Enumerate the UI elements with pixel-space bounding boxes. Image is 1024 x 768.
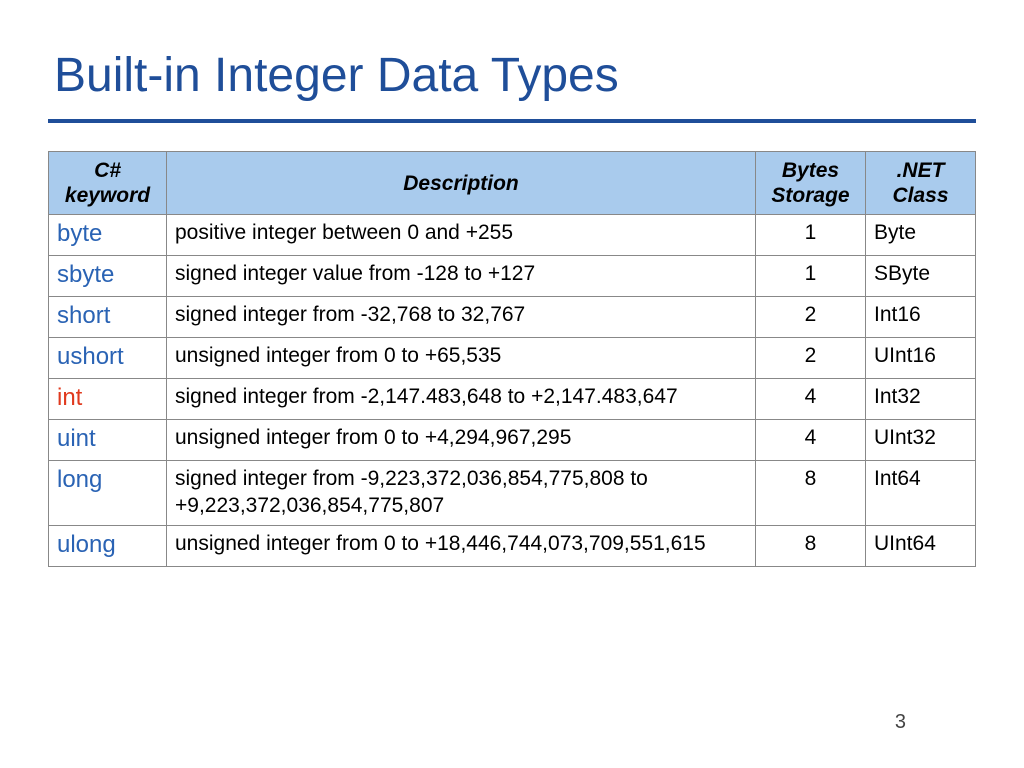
description-cell: signed integer value from -128 to +127 — [167, 256, 756, 297]
description-cell: unsigned integer from 0 to +65,535 — [167, 338, 756, 379]
class-cell: UInt64 — [866, 525, 976, 566]
slide: Built-in Integer Data Types C# keyword D… — [0, 0, 1024, 768]
bytes-cell: 4 — [756, 420, 866, 461]
table-row: intsigned integer from -2,147.483,648 to… — [49, 379, 976, 420]
bytes-cell: 2 — [756, 297, 866, 338]
bytes-cell: 1 — [756, 215, 866, 256]
page-number: 3 — [895, 711, 906, 734]
class-cell: Int64 — [866, 461, 976, 526]
bytes-cell: 8 — [756, 461, 866, 526]
class-cell: SByte — [866, 256, 976, 297]
keyword-cell: ushort — [49, 338, 167, 379]
table-row: bytepositive integer between 0 and +2551… — [49, 215, 976, 256]
keyword-cell: long — [49, 461, 167, 526]
col-header-description: Description — [167, 152, 756, 215]
class-cell: UInt16 — [866, 338, 976, 379]
col-header-keyword: C# keyword — [49, 152, 167, 215]
col-header-class: .NET Class — [866, 152, 976, 215]
table-header-row: C# keyword Description Bytes Storage .NE… — [49, 152, 976, 215]
bytes-cell: 1 — [756, 256, 866, 297]
class-cell: Int32 — [866, 379, 976, 420]
table-body: bytepositive integer between 0 and +2551… — [49, 215, 976, 567]
description-cell: signed integer from -2,147.483,648 to +2… — [167, 379, 756, 420]
table-row: ushortunsigned integer from 0 to +65,535… — [49, 338, 976, 379]
col-header-bytes: Bytes Storage — [756, 152, 866, 215]
keyword-cell: short — [49, 297, 167, 338]
description-cell: unsigned integer from 0 to +18,446,744,0… — [167, 525, 756, 566]
keyword-cell: ulong — [49, 525, 167, 566]
class-cell: Byte — [866, 215, 976, 256]
class-cell: Int16 — [866, 297, 976, 338]
keyword-cell: int — [49, 379, 167, 420]
integer-types-table: C# keyword Description Bytes Storage .NE… — [48, 151, 976, 567]
keyword-cell: uint — [49, 420, 167, 461]
table-row: shortsigned integer from -32,768 to 32,7… — [49, 297, 976, 338]
class-cell: UInt32 — [866, 420, 976, 461]
description-cell: signed integer from -32,768 to 32,767 — [167, 297, 756, 338]
table-row: longsigned integer from -9,223,372,036,8… — [49, 461, 976, 526]
description-cell: unsigned integer from 0 to +4,294,967,29… — [167, 420, 756, 461]
table-row: uintunsigned integer from 0 to +4,294,96… — [49, 420, 976, 461]
bytes-cell: 4 — [756, 379, 866, 420]
keyword-cell: sbyte — [49, 256, 167, 297]
title-rule — [48, 119, 976, 123]
slide-title: Built-in Integer Data Types — [48, 48, 976, 103]
table-row: ulongunsigned integer from 0 to +18,446,… — [49, 525, 976, 566]
table-row: sbytesigned integer value from -128 to +… — [49, 256, 976, 297]
description-cell: signed integer from -9,223,372,036,854,7… — [167, 461, 756, 526]
bytes-cell: 8 — [756, 525, 866, 566]
bytes-cell: 2 — [756, 338, 866, 379]
description-cell: positive integer between 0 and +255 — [167, 215, 756, 256]
keyword-cell: byte — [49, 215, 167, 256]
